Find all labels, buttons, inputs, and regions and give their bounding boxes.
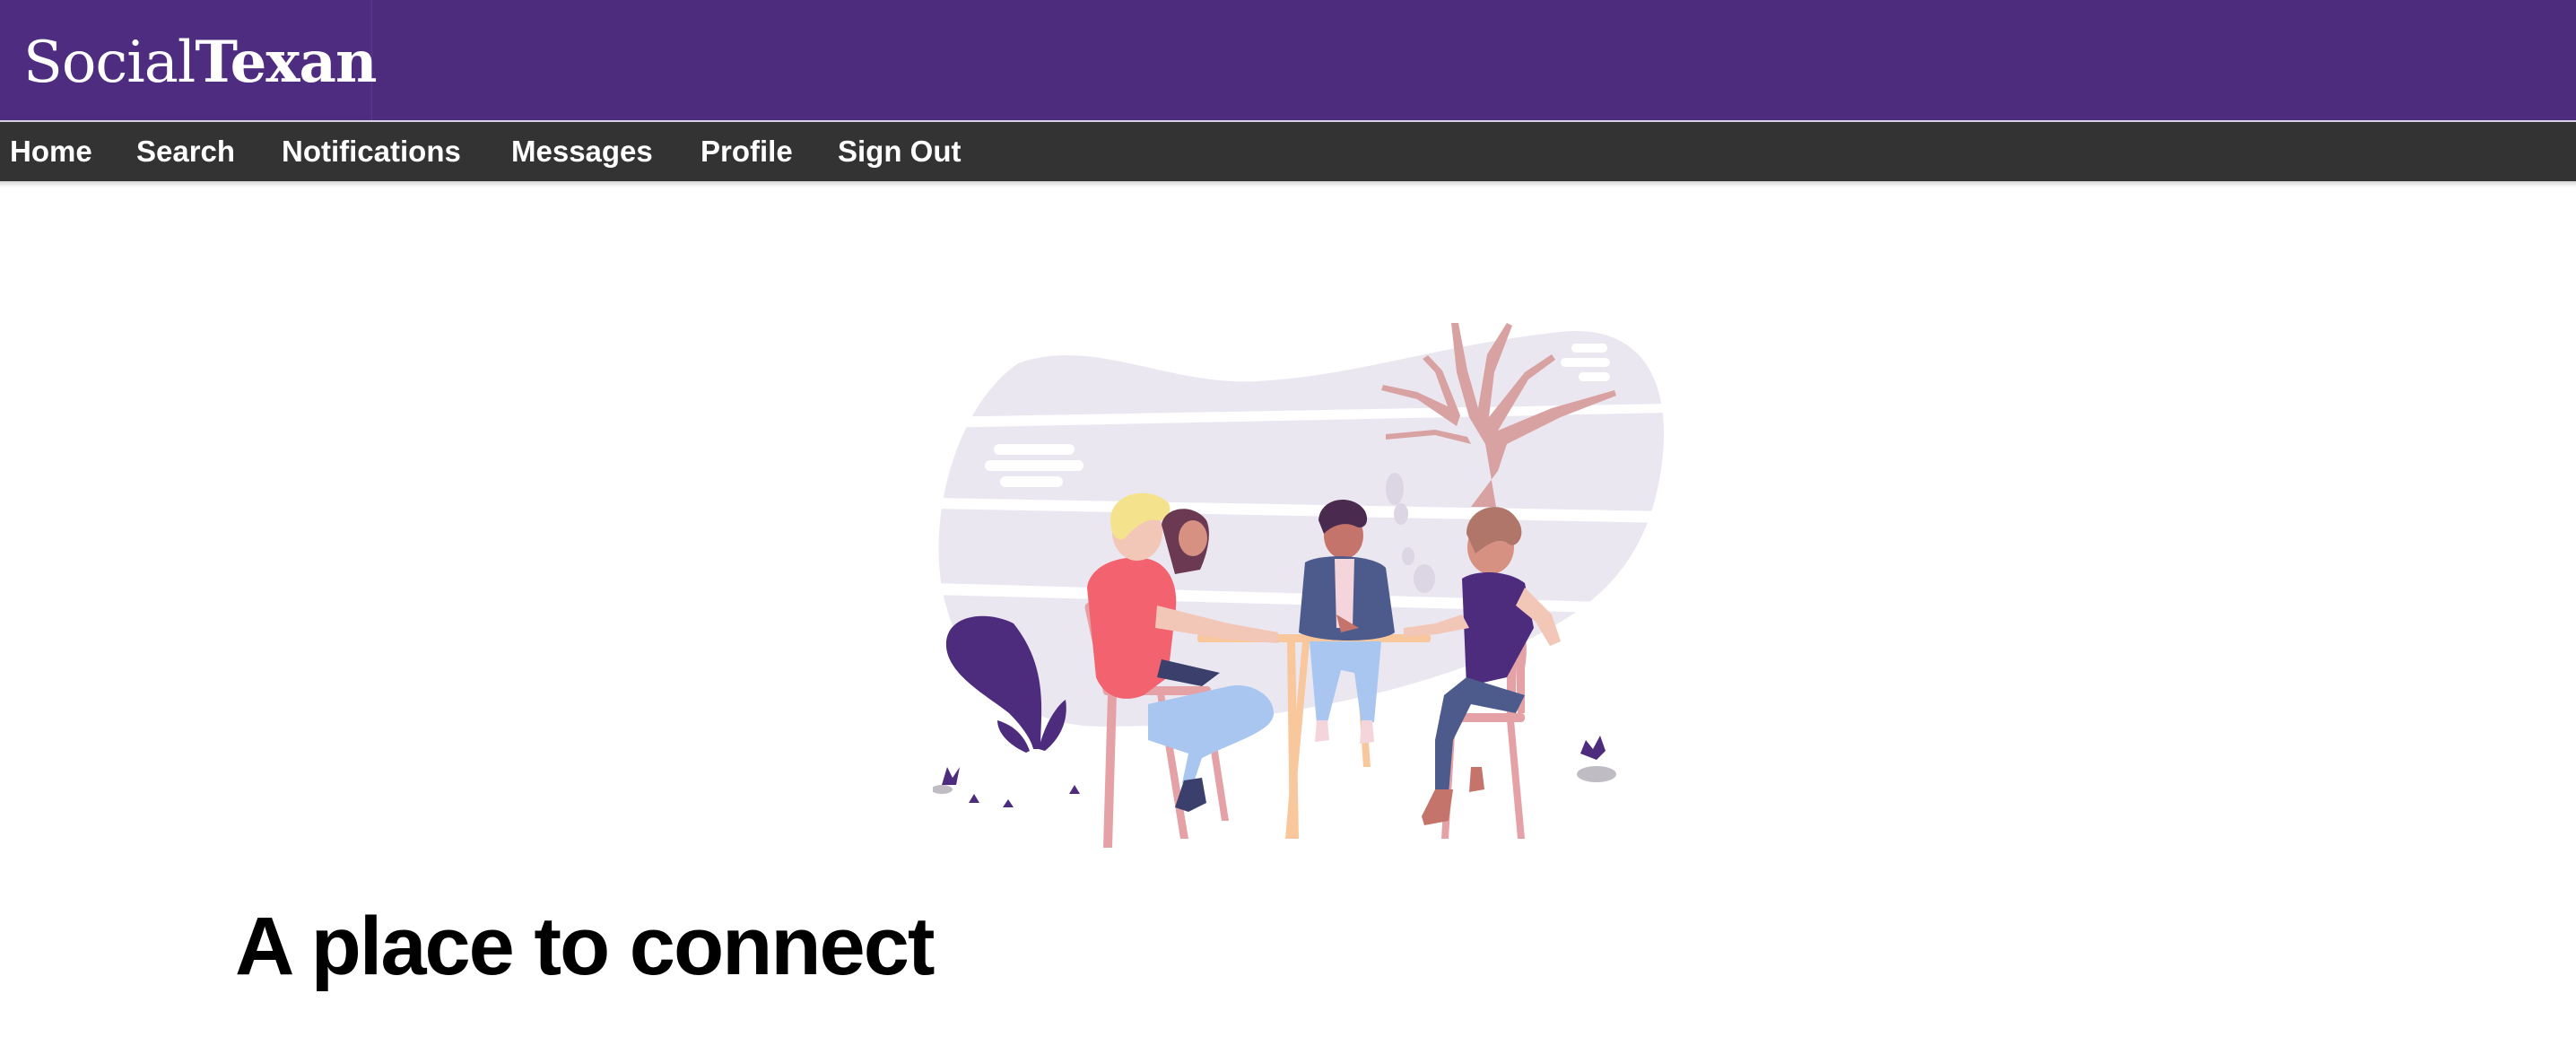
main-nav: Home Search Notifications Messages Profi… <box>0 122 2576 181</box>
brand-name-light: Social <box>23 30 196 96</box>
nav-sign-out[interactable]: Sign Out <box>838 122 961 181</box>
hero-illustration <box>933 318 1668 852</box>
nav-profile[interactable]: Profile <box>701 122 793 181</box>
nav-messages[interactable]: Messages <box>511 122 653 181</box>
nav-home[interactable]: Home <box>10 122 92 181</box>
site-header: SocialTexan <box>0 0 2576 120</box>
brand-name-bold: Texan <box>195 29 377 96</box>
nav-shadow <box>0 181 2576 187</box>
people-at-table-illustration <box>933 323 1668 848</box>
brand-logo[interactable]: SocialTexan <box>0 0 377 120</box>
hero-headline: A place to connect <box>235 901 936 992</box>
nav-notifications[interactable]: Notifications <box>282 122 461 181</box>
brand-name: SocialTexan <box>23 27 377 99</box>
plant-right <box>1580 736 1606 760</box>
nav-search[interactable]: Search <box>136 122 235 181</box>
